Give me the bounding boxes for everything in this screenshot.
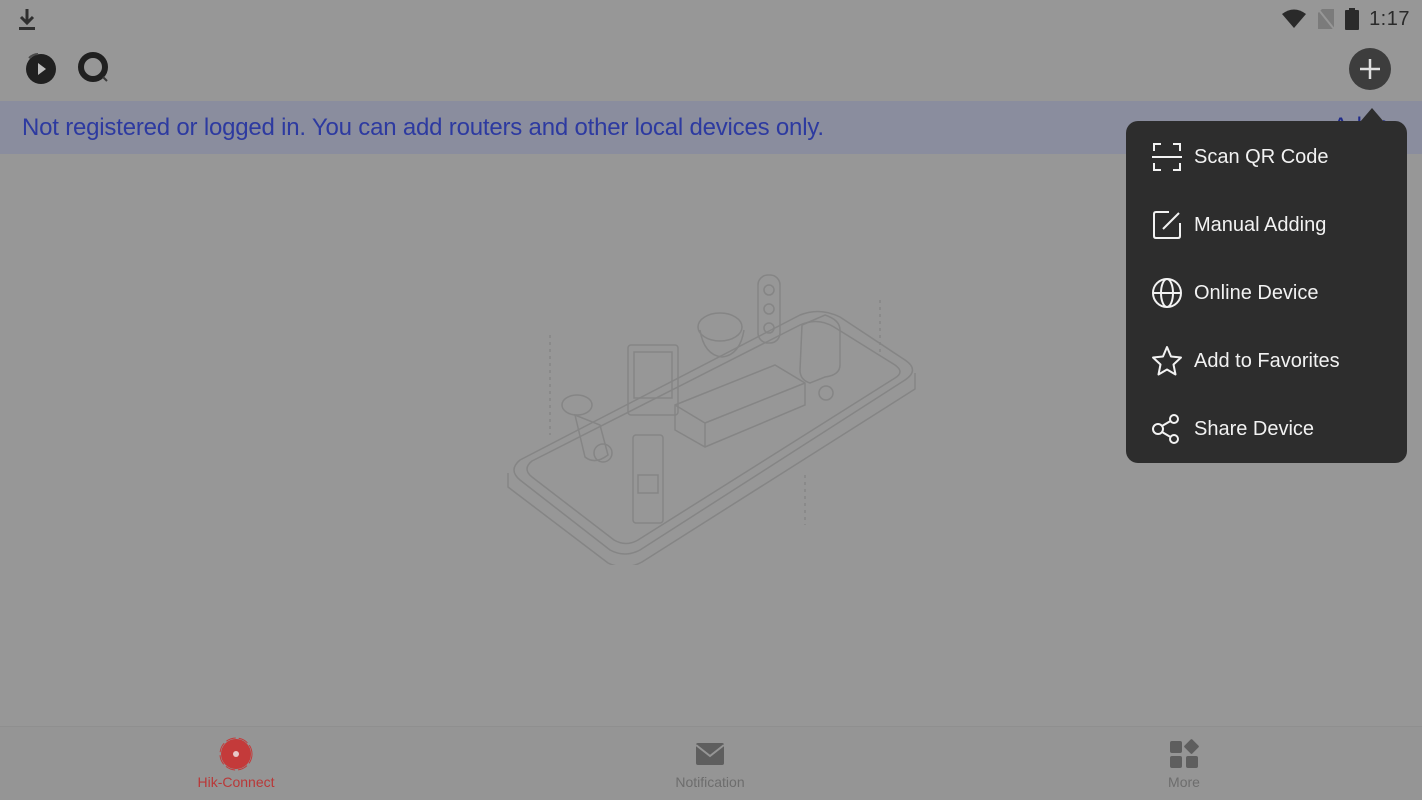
- toolbar: [0, 40, 1422, 100]
- tab-label: Hik-Connect: [197, 774, 275, 790]
- playback-icon[interactable]: [22, 48, 62, 88]
- menu-item-share-device[interactable]: Share Device: [1126, 395, 1407, 463]
- download-icon: [19, 9, 35, 30]
- mail-icon: [695, 743, 725, 765]
- grid-icon: [1170, 739, 1199, 768]
- tab-label: Notification: [675, 774, 745, 790]
- menu-caret: [1360, 108, 1384, 122]
- tab-more[interactable]: More: [1084, 727, 1284, 800]
- menu-item-scan-qr-code[interactable]: Scan QR Code: [1126, 123, 1407, 191]
- tab-notification[interactable]: Notification: [610, 727, 810, 800]
- star-icon: [1152, 346, 1182, 376]
- menu-item-online-device[interactable]: Online Device: [1126, 259, 1407, 327]
- add-device-menu: Scan QR Code Manual Adding Online Device…: [1126, 121, 1407, 463]
- menu-item-label: Share Device: [1194, 417, 1315, 440]
- edit-icon: [1153, 211, 1181, 239]
- battery-icon: [1345, 8, 1360, 30]
- tab-label: More: [1168, 774, 1200, 790]
- menu-item-label: Online Device: [1194, 281, 1319, 304]
- plus-icon: [1360, 59, 1380, 79]
- menu-item-label: Manual Adding: [1194, 213, 1327, 236]
- globe-icon: [1152, 278, 1182, 308]
- menu-item-manual-adding[interactable]: Manual Adding: [1126, 191, 1407, 259]
- tab-hik-connect[interactable]: Hik-Connect: [136, 727, 336, 800]
- scan-qr-icon: [1152, 143, 1182, 171]
- wifi-icon: [1282, 9, 1307, 28]
- hik-connect-icon: [219, 737, 253, 771]
- status-bar: 1:17: [0, 0, 1422, 38]
- menu-item-label: Scan QR Code: [1194, 145, 1329, 168]
- live-view-icon[interactable]: [74, 48, 114, 88]
- menu-item-label: Add to Favorites: [1194, 349, 1340, 372]
- add-device-button[interactable]: [1349, 48, 1391, 90]
- clock: 1:17: [1369, 7, 1410, 30]
- no-sim-icon: [1317, 8, 1335, 30]
- banner-message: Not registered or logged in. You can add…: [22, 114, 824, 141]
- empty-devices-illustration: [507, 274, 916, 565]
- share-icon: [1152, 414, 1179, 444]
- menu-item-add-to-favorites[interactable]: Add to Favorites: [1126, 327, 1407, 395]
- bottom-tab-bar: Hik-Connect Notification More: [0, 726, 1422, 800]
- status-icons: 1:17: [1281, 4, 1410, 34]
